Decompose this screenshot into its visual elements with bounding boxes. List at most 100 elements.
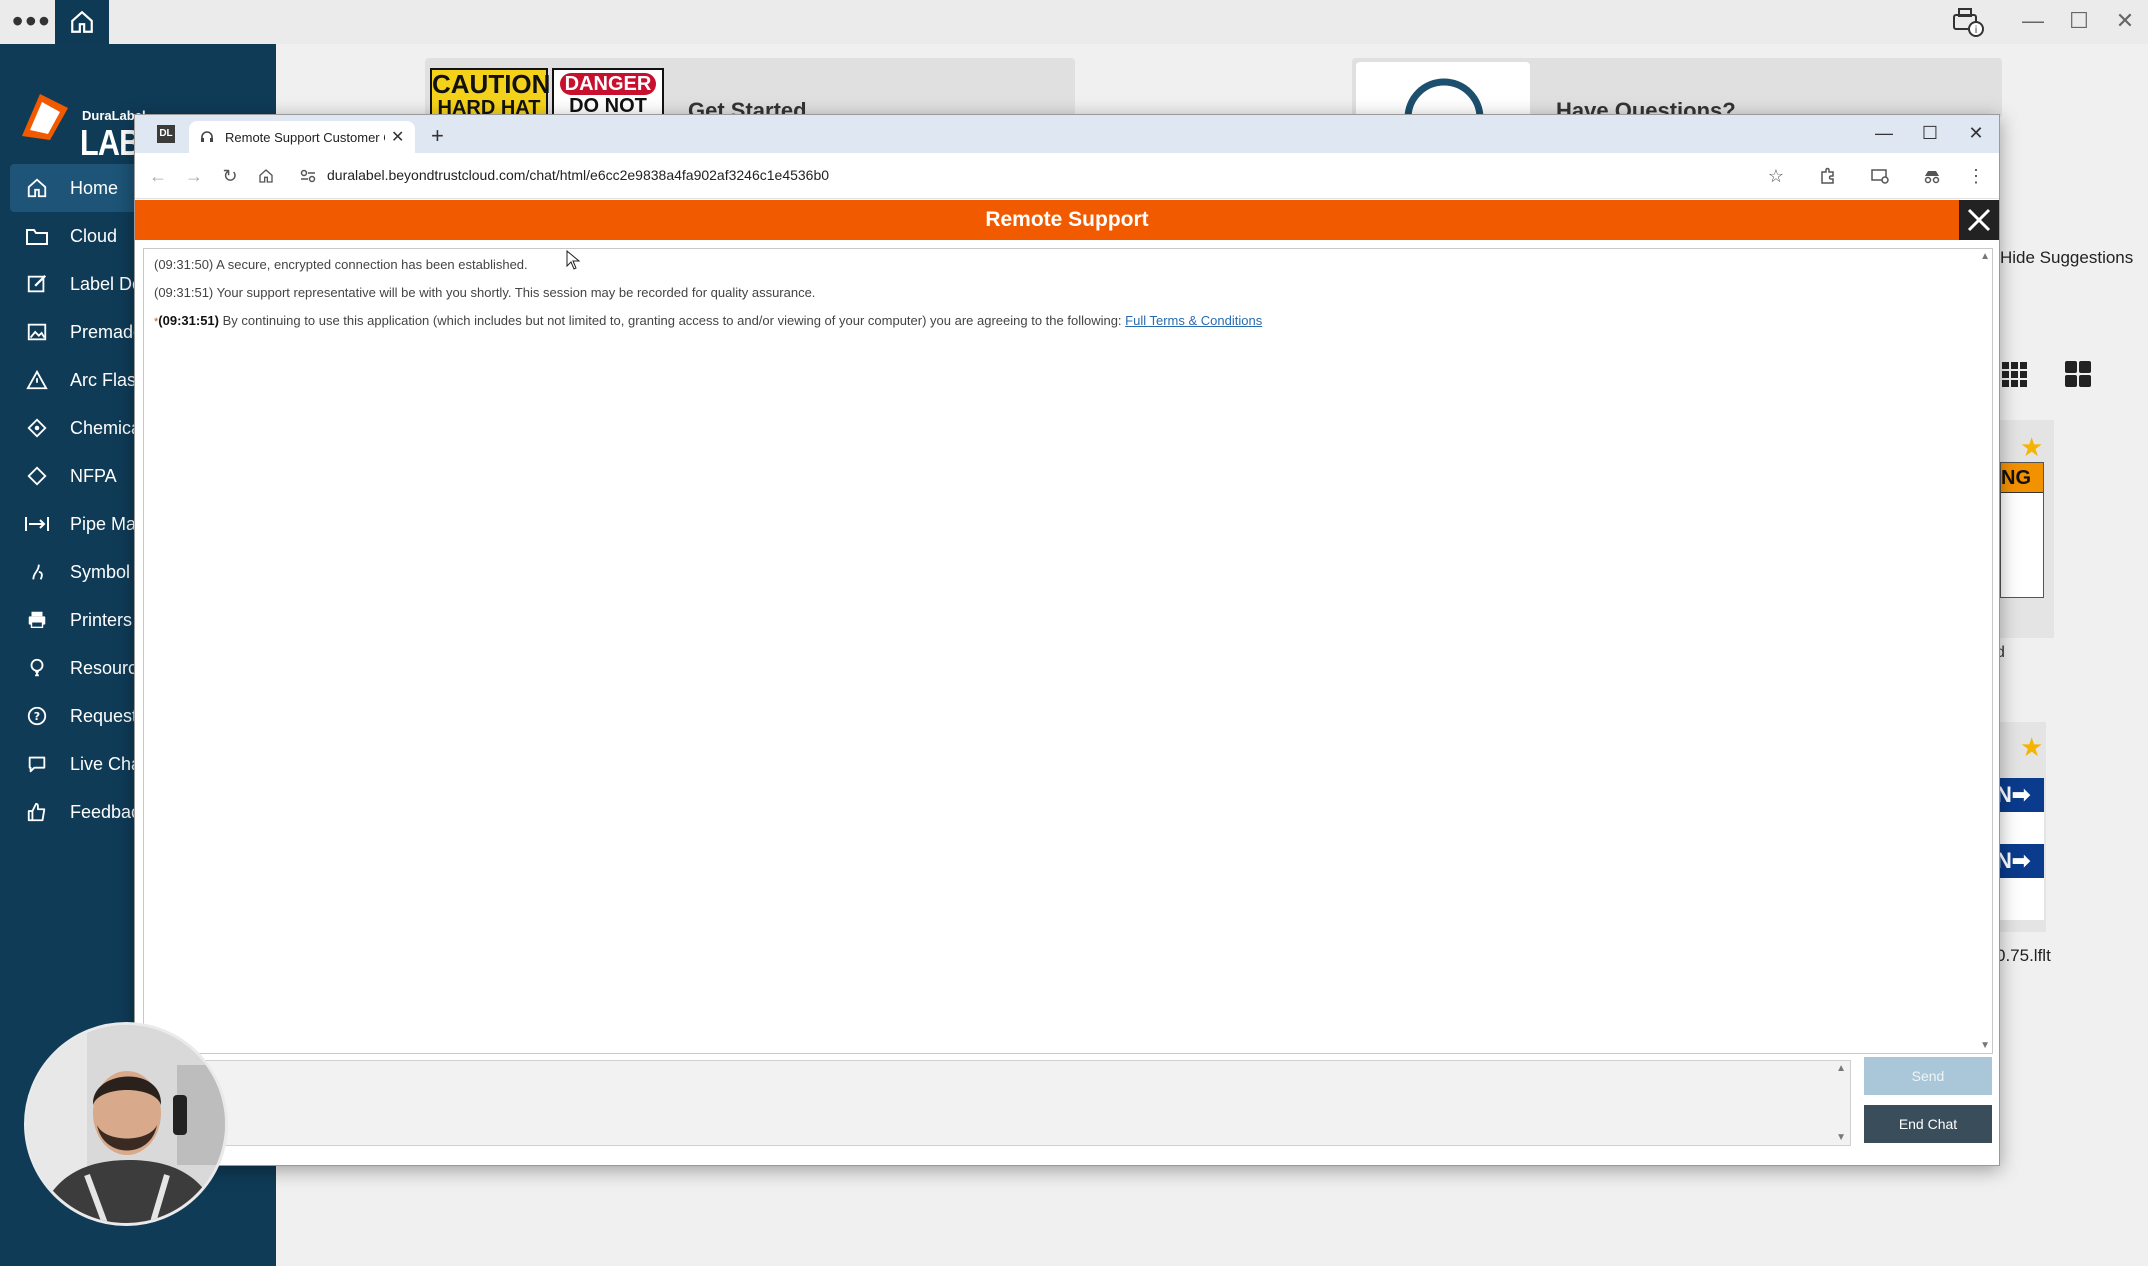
host-minimize-button[interactable]: —: [2010, 6, 2056, 36]
printer-info-icon[interactable]: i: [1950, 5, 1986, 39]
browser-tab-strip: DL Remote Support Customer Clie ✕ + — ☐ …: [135, 115, 1999, 153]
message-text: A secure, encrypted connection has been …: [213, 257, 528, 272]
host-title-bar: ••• i — ☐ ✕: [0, 0, 2148, 44]
scroll-down-arrow-icon[interactable]: ▼: [1980, 1040, 1990, 1051]
warning-icon: [24, 367, 50, 393]
message-timestamp: (09:31:51): [154, 285, 214, 300]
input-scroll-down-icon[interactable]: ▼: [1836, 1132, 1846, 1143]
back-arrow-icon[interactable]: ←: [147, 165, 169, 187]
hide-suggestions-toggle[interactable]: Hide Suggestions: [2000, 248, 2133, 268]
host-menu-button[interactable]: •••: [12, 5, 52, 37]
remote-support-title: Remote Support: [985, 208, 1149, 231]
mouse-cursor-icon: [566, 250, 580, 270]
message-timestamp: (09:31:51): [158, 313, 219, 328]
message-timestamp: (09:31:50): [154, 257, 214, 272]
lightbulb-icon: [24, 655, 50, 681]
grid-large-icon[interactable]: [2064, 360, 2092, 388]
edit-icon: [24, 271, 50, 297]
terms-conditions-link[interactable]: Full Terms & Conditions: [1125, 313, 1262, 328]
host-home-button[interactable]: [55, 0, 109, 44]
end-chat-button[interactable]: End Chat: [1864, 1105, 1992, 1143]
favorite-star-icon[interactable]: ★: [2020, 432, 2043, 463]
chat-message: *(09:31:51) By continuing to use this ap…: [154, 313, 1982, 328]
remote-support-close-button[interactable]: [1959, 200, 1999, 240]
home-icon: [24, 175, 50, 201]
home-icon: [71, 10, 93, 33]
danger-sign-top: DANGER: [560, 73, 656, 95]
address-bar[interactable]: duralabel.beyondtrustcloud.com/chat/html…: [327, 167, 829, 183]
sidebar-item-label: Chemica: [70, 417, 142, 438]
browser-tab-title: Remote Support Customer Clie: [225, 129, 385, 145]
duralabel-favicon: DL: [157, 125, 175, 143]
support-avatar-icon: [1404, 78, 1484, 119]
image-icon: [24, 319, 50, 345]
chat-message-log: (09:31:50) A secure, encrypted connectio…: [143, 248, 1993, 1054]
sidebar-item-label: Live Cha: [70, 753, 142, 774]
sidebar-item-label: Premade: [70, 321, 144, 342]
site-settings-icon[interactable]: [299, 167, 317, 185]
headset-icon: [201, 131, 213, 142]
sidebar-item-label: Request: [70, 705, 138, 726]
browser-maximize-button[interactable]: ☐: [1907, 119, 1953, 147]
scroll-up-arrow-icon[interactable]: ▲: [1980, 251, 1990, 262]
logo-mark-icon: [22, 94, 68, 140]
sidebar-item-label: NFPA: [70, 465, 117, 486]
browser-home-icon[interactable]: [255, 165, 277, 187]
remote-support-browser-window: DL Remote Support Customer Clie ✕ + — ☐ …: [134, 114, 2000, 1166]
chat-input-area: ▲ ▼: [143, 1060, 1851, 1146]
cast-icon[interactable]: [1869, 165, 1891, 187]
diamond-outline-icon: [24, 463, 50, 489]
incognito-icon[interactable]: [1921, 165, 1943, 187]
caution-sign-image: CAUTION HARD HAT: [430, 68, 550, 118]
sidebar-item-label: Home: [70, 177, 119, 198]
bookmark-star-icon[interactable]: ☆: [1765, 165, 1787, 187]
chat-message-input[interactable]: [144, 1061, 1850, 1145]
sidebar-item-label: Symbol (: [70, 561, 142, 582]
extensions-icon[interactable]: [1817, 165, 1839, 187]
svg-text:i: i: [1975, 25, 1978, 36]
send-button[interactable]: Send: [1864, 1057, 1992, 1095]
thumbs-up-icon: [24, 799, 50, 825]
sidebar-item-label: Label De: [70, 273, 143, 294]
host-close-button[interactable]: ✕: [2102, 6, 2148, 36]
sidebar-item-label: Resourc: [70, 657, 138, 678]
kebab-menu-icon[interactable]: ⋮: [1965, 165, 1987, 187]
message-text: By continuing to use this application (w…: [218, 313, 1126, 328]
label-thumbnail-header: NG: [2001, 463, 2043, 493]
browser-close-button[interactable]: ✕: [1953, 119, 1999, 147]
grid-small-icon[interactable]: [2000, 360, 2028, 388]
label-thumbnail-arrow: N➡: [1996, 844, 2044, 878]
host-maximize-button[interactable]: ☐: [2056, 6, 2102, 36]
input-scroll-up-icon[interactable]: ▲: [1836, 1063, 1846, 1074]
host-window-controls: — ☐ ✕: [2010, 6, 2148, 36]
browser-minimize-button[interactable]: —: [1861, 119, 1907, 147]
chat-message: (09:31:50) A secure, encrypted connectio…: [154, 257, 1982, 272]
favorite-star-icon[interactable]: ★: [2020, 732, 2043, 763]
question-icon: ?: [24, 703, 50, 729]
reload-icon[interactable]: ↻: [219, 165, 241, 187]
close-icon: [1967, 208, 1991, 232]
tab-close-icon[interactable]: ✕: [391, 127, 404, 147]
remote-support-header: Remote Support: [135, 200, 1999, 240]
browser-toolbar: ← → ↻ duralabel.beyondtrustcloud.com/cha…: [135, 153, 1999, 199]
label-thumbnail-image: N➡ N➡: [1996, 778, 2044, 920]
sidebar-item-label: Feedbac: [70, 801, 141, 822]
webcam-presenter-overlay: [24, 1022, 228, 1226]
sidebar-item-label: Pipe Mar: [70, 513, 143, 534]
sidebar-item-label: Cloud: [70, 225, 118, 246]
presenter-avatar-icon: [27, 1025, 225, 1223]
label-thumbnail-image: NG: [2000, 462, 2044, 598]
printer-icon: [24, 607, 50, 633]
have-questions-image: [1356, 62, 1530, 119]
sidebar-item-label: Printers: [70, 609, 133, 630]
chat-message: (09:31:51) Your support representative w…: [154, 285, 1982, 300]
browser-tab[interactable]: Remote Support Customer Clie ✕: [189, 121, 415, 153]
new-tab-button[interactable]: +: [431, 123, 444, 149]
label-thumbnail-caption: 0.75.lflt: [1996, 946, 2051, 965]
symbol-icon: [24, 559, 50, 585]
browser-window-controls: — ☐ ✕: [1861, 119, 1999, 147]
forward-arrow-icon[interactable]: →: [183, 165, 205, 187]
svg-text:?: ?: [34, 710, 40, 723]
folder-icon: [24, 223, 50, 249]
message-text: Your support representative will be with…: [213, 285, 816, 300]
